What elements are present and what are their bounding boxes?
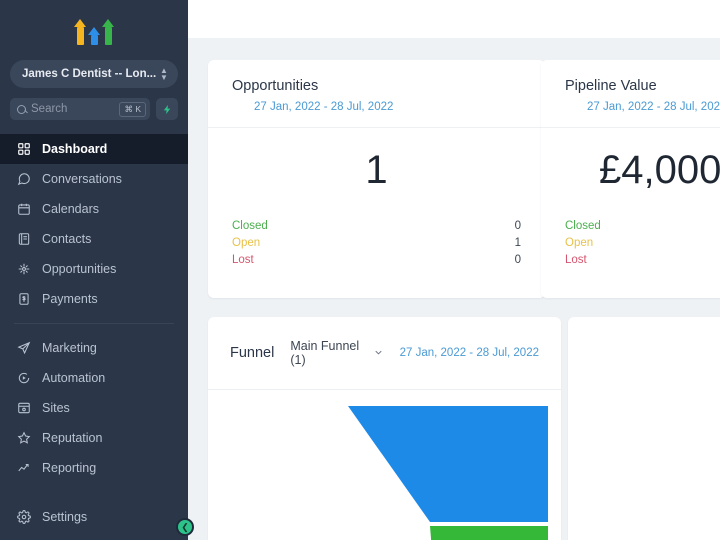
- sidebar-item-label: Opportunities: [42, 262, 117, 276]
- funnel-card: Funnel Main Funnel (1) 27 Jan, 2022 - 28…: [208, 317, 561, 540]
- sidebar-item-label: Sites: [42, 401, 70, 415]
- funnel-chart-svg: [348, 406, 548, 540]
- chevron-left-icon: ❮: [181, 521, 189, 532]
- sidebar-item-label: Payments: [42, 292, 98, 306]
- sidebar-item-label: Marketing: [42, 341, 97, 355]
- dashboard-content: Opportunities 27 Jan, 2022 - 28 Jul, 202…: [188, 38, 720, 540]
- sidebar-item-marketing[interactable]: Marketing: [0, 333, 188, 363]
- legend-value: 1: [514, 237, 521, 249]
- legend-row-closed: Closed: [565, 218, 720, 235]
- sidebar-item-calendars[interactable]: Calendars: [0, 194, 188, 224]
- sidebar-item-label: Dashboard: [42, 142, 108, 156]
- legend-label: Lost: [232, 254, 254, 266]
- legend-label: Closed: [565, 220, 601, 232]
- app-root: James C Dentist -- Lon... ▲ ▼ Search ⌘ K …: [0, 0, 720, 540]
- top-header-bar: [188, 0, 720, 38]
- adjacent-card-peek: [568, 317, 720, 540]
- chevron-down-icon: [373, 347, 384, 360]
- legend-label: Lost: [565, 254, 587, 266]
- opportunities-value: 1: [365, 147, 388, 192]
- three-arrows-logo-green-arrow: [102, 19, 114, 45]
- sidebar-footer: Settings: [0, 502, 188, 540]
- pipeline-legend: Closed Open Lost: [541, 212, 720, 269]
- sidebar-item-conversations[interactable]: Conversations: [0, 164, 188, 194]
- search-shortcut-badge: ⌘ K: [119, 101, 146, 117]
- legend-row-open: Open 1: [232, 235, 521, 252]
- three-arrows-logo-yellow-arrow: [74, 19, 86, 45]
- funnel-select[interactable]: Main Funnel (1): [290, 339, 383, 367]
- sidebar-item-contacts[interactable]: Contacts: [0, 224, 188, 254]
- funnel-title: Funnel: [230, 345, 275, 361]
- legend-label: Open: [232, 237, 261, 249]
- legend-row-lost: Lost: [565, 252, 720, 269]
- trend-up-icon: [16, 461, 31, 476]
- funnel-stage-2: [430, 526, 548, 540]
- search-icon: [17, 104, 26, 114]
- sidebar-item-reputation[interactable]: Reputation: [0, 423, 188, 453]
- sidebar-item-label: Calendars: [42, 202, 99, 216]
- page-title: Opportunities: [232, 78, 319, 94]
- sidebar-item-label: Automation: [42, 371, 106, 385]
- sidebar-item-automation[interactable]: Automation: [0, 363, 188, 393]
- pipeline-value: £4,000: [599, 147, 720, 192]
- sidebar: James C Dentist -- Lon... ▲ ▼ Search ⌘ K …: [0, 0, 194, 540]
- sidebar-collapse-button[interactable]: ❮: [176, 518, 194, 536]
- legend-row-open: Open: [565, 235, 720, 252]
- opportunities-date-range[interactable]: 27 Jan, 2022 - 28 Jul, 2022: [232, 101, 521, 113]
- quick-action-bolt-icon[interactable]: [156, 98, 178, 120]
- sidebar-item-label: Reputation: [42, 431, 103, 445]
- app-logo: [0, 0, 188, 56]
- sidebar-item-settings[interactable]: Settings: [0, 502, 188, 532]
- main-area: Opportunities 27 Jan, 2022 - 28 Jul, 202…: [188, 0, 720, 540]
- pipeline-value-title: Pipeline Value: [565, 78, 657, 94]
- sidebar-item-label: Conversations: [42, 172, 122, 186]
- calendar-icon: [16, 202, 31, 217]
- pipeline-value-card-header: Pipeline Value 27 Jan, 2022 - 28 Jul, 20…: [541, 60, 720, 113]
- pipeline-value-card: Pipeline Value 27 Jan, 2022 - 28 Jul, 20…: [541, 60, 720, 298]
- sidebar-item-label: Reporting: [42, 461, 97, 475]
- gear-icon: [16, 510, 31, 525]
- paper-plane-icon: [16, 341, 31, 356]
- funnel-stage-1: [348, 406, 548, 522]
- account-switcher[interactable]: James C Dentist -- Lon... ▲ ▼: [10, 60, 178, 88]
- search-row: Search ⌘ K: [10, 98, 178, 120]
- legend-value: 0: [514, 254, 521, 266]
- payments-icon: [16, 292, 31, 307]
- legend-row-closed: Closed 0: [232, 218, 521, 235]
- funnel-chart: [208, 390, 561, 540]
- sidebar-divider: [14, 323, 174, 324]
- sites-window-icon: [16, 401, 31, 416]
- legend-row-lost: Lost 0: [232, 252, 521, 269]
- legend-label: Closed: [232, 220, 268, 232]
- opportunities-legend: Closed 0 Open 1 Lost 0: [208, 212, 545, 269]
- sidebar-item-sites[interactable]: Sites: [0, 393, 188, 423]
- account-switcher-label: James C Dentist -- Lon...: [22, 68, 157, 80]
- sidebar-item-label: Settings: [42, 510, 88, 524]
- legend-value: 0: [514, 220, 521, 232]
- pipeline-date-range[interactable]: 27 Jan, 2022 - 28 Jul, 2022: [565, 101, 720, 113]
- opportunities-node-icon: [16, 262, 31, 277]
- contact-card-icon: [16, 232, 31, 247]
- opportunities-card: Opportunities 27 Jan, 2022 - 28 Jul, 202…: [208, 60, 545, 298]
- sidebar-nav-secondary: Marketing Automation Sites Reputation Re…: [0, 333, 188, 483]
- funnel-date-range[interactable]: 27 Jan, 2022 - 28 Jul, 2022: [400, 347, 539, 359]
- funnel-card-header: Funnel Main Funnel (1) 27 Jan, 2022 - 28…: [208, 317, 561, 389]
- sidebar-item-payments[interactable]: Payments: [0, 284, 188, 314]
- chevron-up-down-icon: ▲ ▼: [160, 66, 168, 82]
- dashboard-grid-icon: [16, 142, 31, 157]
- sidebar-item-opportunities[interactable]: Opportunities: [0, 254, 188, 284]
- star-icon: [16, 431, 31, 446]
- play-circle-icon: [16, 371, 31, 386]
- funnel-select-label: Main Funnel (1): [290, 339, 360, 367]
- sidebar-item-reporting[interactable]: Reporting: [0, 453, 188, 483]
- search-placeholder: Search: [31, 103, 68, 115]
- sidebar-nav-primary: Dashboard Conversations Calendars Contac…: [0, 134, 188, 314]
- three-arrows-logo-blue-arrow: [88, 27, 100, 45]
- opportunities-card-header: Opportunities 27 Jan, 2022 - 28 Jul, 202…: [208, 60, 545, 113]
- search-input[interactable]: Search ⌘ K: [10, 98, 150, 120]
- legend-label: Open: [565, 237, 594, 249]
- sidebar-item-dashboard[interactable]: Dashboard: [0, 134, 188, 164]
- chat-bubble-icon: [16, 172, 31, 187]
- sidebar-item-label: Contacts: [42, 232, 92, 246]
